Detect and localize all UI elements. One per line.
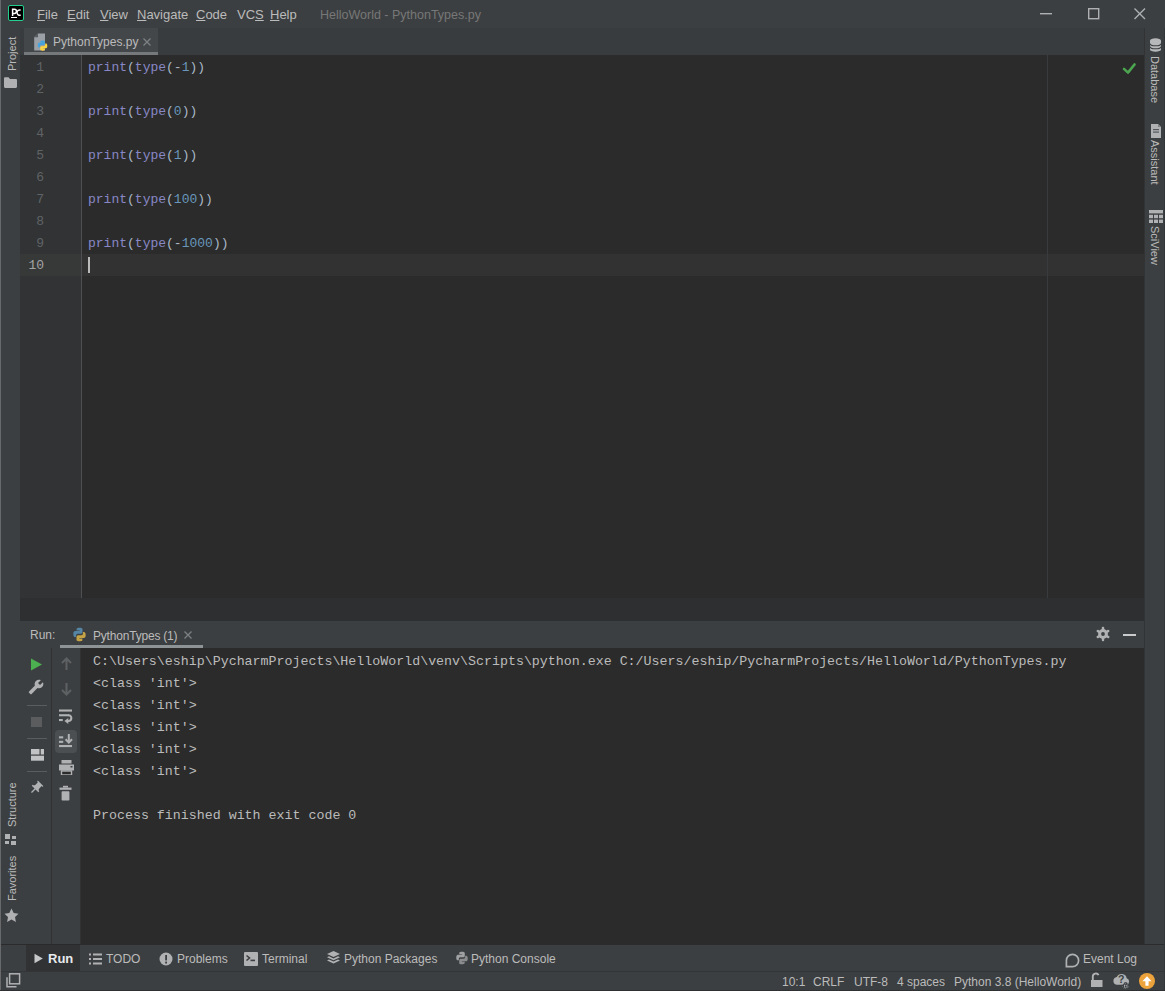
svg-text:?: ? bbox=[1118, 973, 1124, 985]
